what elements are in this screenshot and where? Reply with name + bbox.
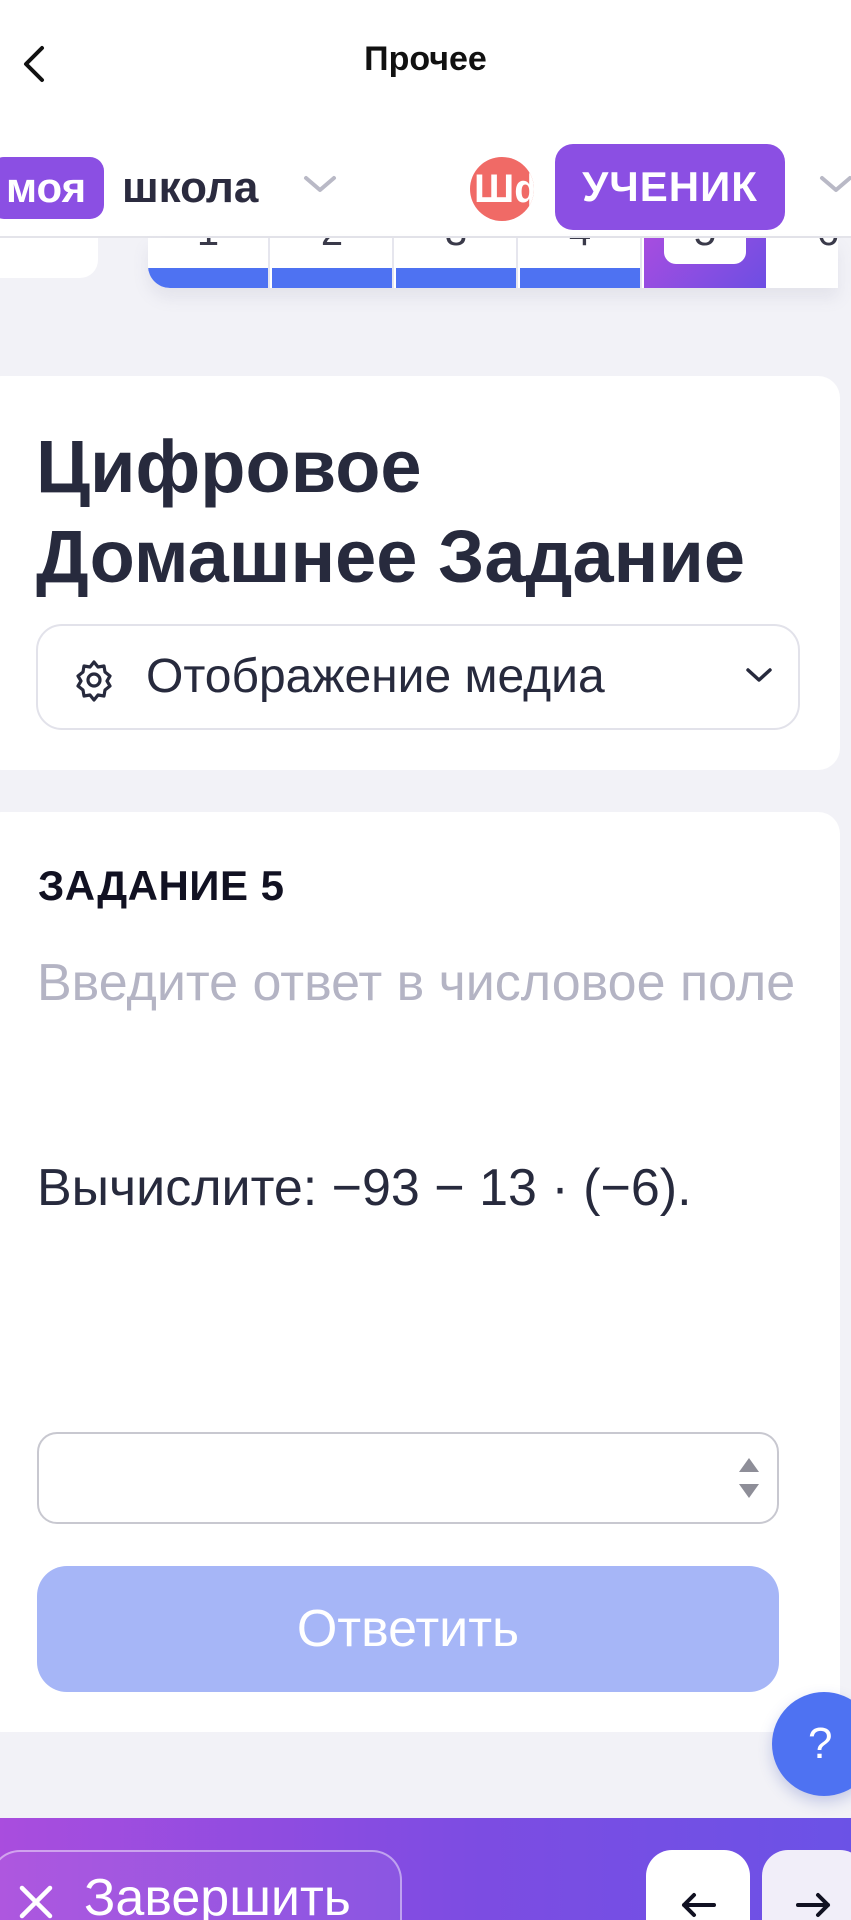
bottom-action-bar: Завершить (0, 1818, 851, 1920)
task-tab-number: 4 (520, 238, 640, 255)
arrow-right-icon (796, 1893, 830, 1917)
task-tab-6[interactable]: 6 (768, 238, 838, 288)
task-number-strip: 1 2 3 4 5 6 (148, 238, 838, 288)
task-tab-2[interactable]: 2 (272, 238, 394, 288)
media-display-select[interactable]: Отображение медиа (36, 624, 800, 730)
previous-task-button[interactable] (646, 1850, 750, 1920)
finish-button-label: Завершить (84, 1869, 351, 1920)
task-tab-number: 1 (148, 238, 268, 255)
logo-text[interactable]: школа (122, 157, 258, 219)
task-hint: Введите ответ в числовое поле (37, 954, 796, 1012)
chevron-down-icon[interactable] (302, 172, 338, 196)
answer-number-input[interactable] (37, 1432, 779, 1524)
arrow-left-icon (682, 1893, 716, 1917)
role-badge[interactable]: УЧЕНИК (555, 144, 785, 230)
gear-icon (76, 660, 112, 702)
top-nav-title: Прочее (364, 40, 487, 78)
task-tab-status-bar (396, 268, 516, 288)
logo-badge[interactable]: моя (0, 157, 105, 219)
page-title: Цифровое Домашнее Задание (36, 425, 745, 598)
task-tab-5[interactable]: 5 (644, 238, 766, 288)
task-tab-status-bar (520, 268, 640, 288)
finish-button[interactable]: Завершить (0, 1850, 402, 1920)
task-tab-status-bar (272, 268, 392, 288)
title-card: Цифровое Домашнее Задание Отображение ме… (0, 376, 840, 770)
number-stepper-icon[interactable] (737, 1452, 761, 1504)
task-tab-number: 3 (396, 238, 516, 255)
site-header: моя школа Шф УЧЕНИК (0, 128, 851, 238)
task-tab-number: 6 (768, 238, 838, 255)
task-question: Вычислите: −93 − 13 · (−6). (37, 1159, 692, 1217)
close-icon (19, 1885, 53, 1919)
next-task-button[interactable] (762, 1850, 851, 1920)
avatar[interactable]: Шф (470, 157, 534, 221)
top-nav-bar: Прочее (0, 0, 851, 128)
task-tab-status-bar (148, 268, 268, 288)
task-tab-3[interactable]: 3 (396, 238, 518, 288)
chevron-down-icon (746, 668, 772, 682)
media-select-label: Отображение медиа (146, 650, 605, 703)
task-tab-4[interactable]: 4 (520, 238, 642, 288)
task-card: ЗАДАНИЕ 5 Введите ответ в числовое поле … (0, 812, 840, 1732)
chevron-down-icon[interactable] (818, 172, 851, 196)
strip-scroll-left[interactable] (0, 238, 98, 278)
task-tab-number: 5 (644, 238, 766, 255)
task-tab-1[interactable]: 1 (148, 238, 270, 288)
task-heading: ЗАДАНИЕ 5 (38, 862, 285, 909)
task-tab-number: 2 (272, 238, 392, 255)
submit-answer-button[interactable]: Ответить (37, 1566, 779, 1692)
